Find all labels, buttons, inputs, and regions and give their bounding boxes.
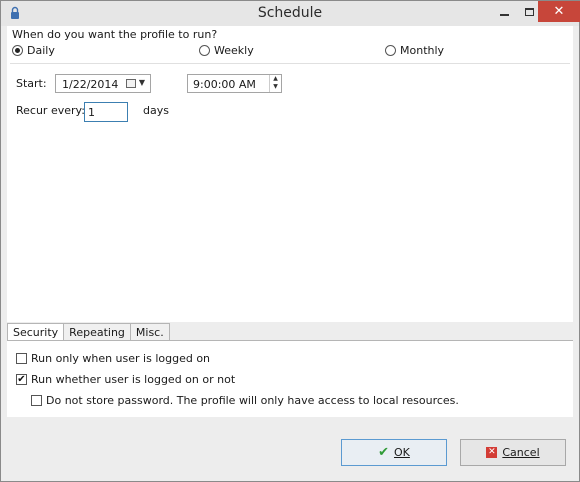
time-spinner[interactable]: ▲ ▼ (269, 75, 281, 92)
minimize-button[interactable] (491, 1, 518, 22)
run-only-logged-on-label: Run only when user is logged on (31, 352, 211, 365)
ok-button-label: OK (394, 446, 410, 459)
radio-weekly[interactable]: Weekly (199, 44, 254, 57)
run-whether-logged-on-option[interactable]: ✔ Run whether user is logged on or not (16, 373, 235, 386)
schedule-window: Schedule ✕ When do you want the profile … (0, 0, 580, 482)
run-whether-logged-on-label: Run whether user is logged on or not (31, 373, 236, 386)
radio-monthly[interactable]: Monthly (385, 44, 444, 57)
recur-unit-label: days (143, 104, 169, 117)
minimize-icon (500, 13, 509, 16)
radio-daily-label: Daily (27, 44, 55, 57)
start-label: Start: (16, 77, 47, 90)
checkbox[interactable]: ✔ (16, 374, 27, 385)
radio-daily[interactable]: Daily (12, 44, 55, 57)
checkbox[interactable] (16, 353, 27, 364)
radio-indicator[interactable] (385, 45, 396, 56)
checkbox[interactable] (31, 395, 42, 406)
recur-label: Recur every: (16, 104, 85, 117)
checkmark-icon: ✔ (378, 445, 390, 460)
cancel-icon: ✕ (486, 447, 498, 458)
start-date-value: 1/22/2014 (62, 78, 119, 91)
tab-strip: Security Repeating Misc. (7, 323, 170, 342)
recur-every-input[interactable]: 1 (84, 102, 128, 122)
security-tab-panel: Run only when user is logged on ✔ Run wh… (7, 340, 573, 417)
radio-monthly-label: Monthly (400, 44, 445, 57)
maximize-icon (525, 7, 534, 16)
cancel-button[interactable]: ✕ Cancel (460, 439, 566, 466)
chevron-down-icon[interactable]: ▼ (270, 83, 281, 91)
tab-misc[interactable]: Misc. (129, 323, 170, 341)
title-bar[interactable]: Schedule ✕ (1, 1, 580, 26)
start-time-field[interactable]: 9:00:00 AM ▲ ▼ (187, 74, 282, 93)
recur-value: 1 (88, 106, 95, 119)
options-tabs-area: Security Repeating Misc. Run only when u… (7, 323, 573, 417)
cancel-button-label: Cancel (502, 446, 540, 459)
start-time-value: 9:00:00 AM (193, 78, 256, 91)
ok-button[interactable]: ✔ OK (341, 439, 447, 466)
chevron-up-icon[interactable]: ▲ (270, 75, 281, 83)
chevron-down-icon[interactable]: ▼ (137, 78, 147, 88)
frequency-question: When do you want the profile to run? (12, 28, 218, 41)
run-only-logged-on-option[interactable]: Run only when user is logged on (16, 352, 210, 365)
calendar-icon[interactable] (126, 79, 136, 88)
radio-indicator[interactable] (199, 45, 210, 56)
close-button[interactable]: ✕ (538, 1, 580, 22)
do-not-store-password-option[interactable]: Do not store password. The profile will … (31, 394, 459, 407)
tab-repeating[interactable]: Repeating (63, 323, 131, 341)
close-icon: ✕ (553, 4, 565, 19)
schedule-settings-area: When do you want the profile to run? Dai… (7, 26, 573, 322)
radio-weekly-label: Weekly (214, 44, 254, 57)
start-date-picker[interactable]: 1/22/2014 ▼ (55, 74, 151, 93)
do-not-store-password-label: Do not store password. The profile will … (46, 394, 459, 407)
daily-settings-panel: Start: 1/22/2014 ▼ 9:00:00 AM ▲ ▼ Recur … (10, 63, 570, 320)
radio-indicator[interactable] (12, 45, 23, 56)
